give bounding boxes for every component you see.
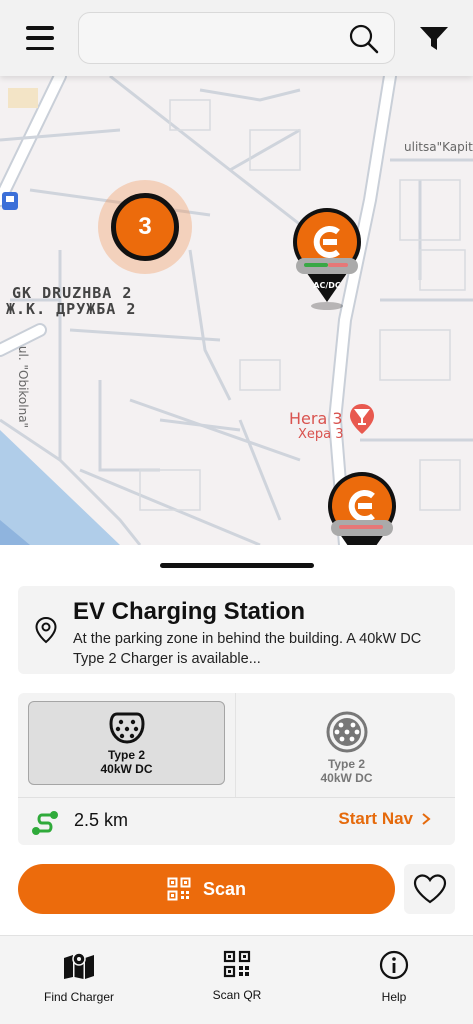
restaurant-pin-icon[interactable]: [348, 402, 376, 436]
top-bar: [0, 0, 473, 76]
menu-icon-bar: [26, 46, 54, 50]
street-label-kapit: ulitsa"Kapit: [404, 140, 473, 154]
search-input[interactable]: [91, 25, 341, 53]
station-info-card[interactable]: EV Charging Station At the parking zone …: [18, 586, 455, 674]
cluster-count: 3: [111, 193, 179, 261]
charger-pin-acdc[interactable]: AC/DC: [290, 206, 364, 310]
menu-icon-bar: [26, 36, 54, 40]
start-nav-label: Start Nav: [338, 809, 413, 828]
scan-label: Scan: [202, 878, 247, 899]
filter-icon[interactable]: [418, 24, 450, 54]
map-roads: [0, 69, 473, 545]
charger-pin-2[interactable]: [325, 470, 399, 545]
station-title: EV Charging Station: [73, 598, 306, 625]
poi-label-bg: Хера 3: [298, 427, 344, 442]
sheet-drag-handle[interactable]: [160, 563, 314, 568]
start-nav-button[interactable]: Start Nav: [338, 809, 431, 829]
nav-label: Scan QR: [212, 988, 262, 1002]
connector-power: 40kW DC: [100, 762, 153, 776]
connector-name: Type 2: [327, 757, 366, 771]
type2-plug-icon: [326, 711, 367, 753]
info-icon: [379, 950, 409, 980]
search-box[interactable]: [78, 12, 395, 64]
poi-label-en: Hera 3: [289, 409, 343, 428]
nav-help[interactable]: Help: [315, 936, 473, 1024]
qr-code-icon: [223, 950, 251, 978]
divider: [235, 693, 236, 797]
chevron-right-icon: [422, 813, 431, 825]
heart-icon: [413, 874, 446, 904]
connector-option-selected[interactable]: Type 2 40kW DC: [28, 701, 225, 785]
type2-plug-icon: [108, 712, 145, 744]
nav-label: Help: [381, 990, 407, 1004]
station-bottom-sheet: EV Charging Station At the parking zone …: [0, 545, 473, 935]
nav-label: Find Charger: [43, 990, 115, 1004]
district-label-bg: Ж.К. ДРУЖБА 2: [6, 300, 137, 318]
divider: [18, 797, 455, 798]
street-label-obikolna: ul. "Obikolna": [16, 345, 31, 429]
distance-value: 2.5 km: [74, 810, 129, 830]
connector-power: 40kW DC: [320, 771, 373, 785]
map-icon: [64, 952, 94, 979]
pin-type-label: AC/DC: [313, 281, 341, 290]
favorite-button[interactable]: [404, 864, 455, 914]
bottom-navigation: Find Charger Scan QR Help: [0, 935, 473, 1024]
qr-code-icon: [167, 877, 191, 901]
menu-icon-bar: [26, 26, 54, 30]
search-icon[interactable]: [348, 23, 380, 55]
connector-card: Type 2 40kW DC Type 2 40kW DC 2.5 km Sta…: [18, 693, 455, 845]
scan-button[interactable]: Scan: [18, 864, 395, 914]
station-description: At the parking zone in behind the buildi…: [73, 631, 422, 667]
map-view[interactable]: GK DRUZHBA 2 Ж.К. ДРУЖБА 2 ul. "Obikolna…: [0, 0, 473, 545]
connector-option[interactable]: Type 2 40kW DC: [248, 701, 445, 785]
location-pin-icon: [35, 616, 57, 644]
menu-button[interactable]: [24, 22, 56, 54]
nav-find-charger[interactable]: Find Charger: [0, 936, 158, 1024]
cluster-marker[interactable]: 3: [98, 180, 192, 274]
nav-scan-qr[interactable]: Scan QR: [158, 936, 316, 1024]
connector-name: Type 2: [107, 748, 146, 762]
route-icon: [32, 811, 58, 835]
